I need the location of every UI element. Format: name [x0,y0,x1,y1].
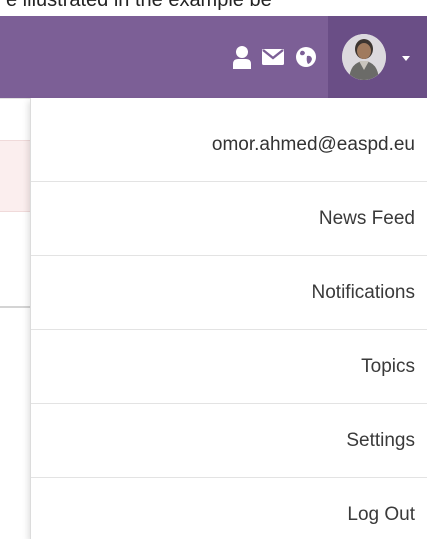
menu-item-news-feed[interactable]: News Feed [31,182,427,256]
menu-item-log-out[interactable]: Log Out [31,478,427,539]
menu-item-label: Settings [346,429,415,451]
caption-text: e illustrated in the example be [6,0,272,11]
divider [0,98,30,99]
mail-icon[interactable] [258,42,288,72]
divider [0,306,30,308]
menu-item-label: Topics [361,355,415,377]
background-content-edge [0,98,30,539]
user-email-label: omor.ahmed@easpd.eu [211,133,415,155]
menu-item-label: Notifications [311,281,416,303]
menu-item-settings[interactable]: Settings [31,404,427,478]
profile-icon[interactable] [227,42,257,72]
menu-item-topics[interactable]: Topics [31,330,427,404]
user-email: omor.ahmed@easpd.eu [31,108,427,182]
globe-icon[interactable] [291,42,321,72]
menu-item-notifications[interactable]: Notifications [31,256,427,330]
highlighted-row-edge [0,140,30,212]
menu-item-label: News Feed [318,207,415,229]
avatar-icon[interactable] [342,34,386,80]
menu-item-label: Log Out [347,504,415,525]
top-navbar [0,16,427,98]
page-caption-fragment: e illustrated in the example be [0,0,427,16]
chevron-down-icon[interactable] [393,52,419,64]
account-dropdown-menu: omor.ahmed@easpd.eu News Feed Notificati… [30,98,427,539]
